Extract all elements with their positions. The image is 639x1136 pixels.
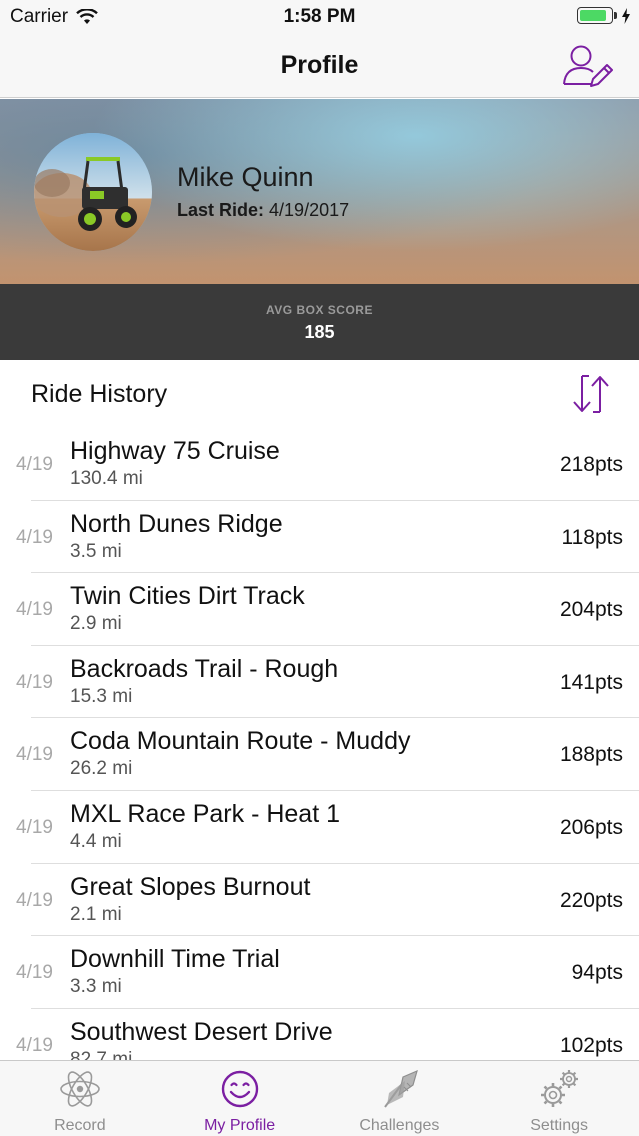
- tab-label: Settings: [530, 1117, 589, 1134]
- ride-points: 220pts: [559, 888, 623, 912]
- tab-label: Challenges: [359, 1117, 440, 1134]
- ride-row[interactable]: 4/19 Great Slopes Burnout 2.1 mi 220pts: [0, 864, 639, 937]
- ride-points: 94pts: [571, 961, 623, 985]
- ride-date: 4/19: [16, 1034, 53, 1056]
- status-time: 1:58 PM: [283, 6, 356, 27]
- flag-icon: [384, 1069, 419, 1108]
- ride-points: 204pts: [559, 598, 623, 622]
- tab-challenges[interactable]: Challenges: [320, 1061, 480, 1136]
- ride-distance: 26.2 mi: [70, 758, 133, 780]
- ride-name: Coda Mountain Route - Muddy: [70, 727, 411, 756]
- atom-icon: [60, 1071, 100, 1107]
- sort-swap-icon: [573, 375, 609, 413]
- navigation-bar: Profile: [0, 34, 639, 98]
- ride-date: 4/19: [16, 889, 53, 911]
- ride-points: 141pts: [559, 670, 623, 694]
- ride-name: Backroads Trail - Rough: [70, 654, 339, 683]
- ride-points: 102pts: [559, 1033, 623, 1057]
- ride-row[interactable]: 4/19 Coda Mountain Route - Muddy 26.2 mi…: [0, 718, 639, 791]
- ride-name: Great Slopes Burnout: [70, 872, 311, 901]
- ride-name: North Dunes Ridge: [70, 509, 283, 538]
- ride-distance: 2.1 mi: [70, 903, 122, 925]
- ride-history-header: Ride History: [0, 360, 639, 428]
- ride-row[interactable]: 4/19 Highway 75 Cruise 130.4 mi 218pts: [0, 428, 639, 501]
- last-ride: Last Ride: 4/19/2017: [177, 200, 349, 221]
- ride-points: 218pts: [559, 453, 623, 476]
- ride-date: 4/19: [16, 816, 53, 838]
- avatar[interactable]: [34, 133, 152, 251]
- ride-distance: 15.3 mi: [70, 685, 133, 707]
- ride-row[interactable]: 4/19 North Dunes Ridge 3.5 mi 118pts: [0, 501, 639, 574]
- ride-distance: 130.4 mi: [70, 468, 143, 489]
- tab-label: My Profile: [204, 1117, 276, 1134]
- ride-name: Highway 75 Cruise: [70, 437, 280, 465]
- profile-name: Mike Quinn: [177, 162, 314, 192]
- last-ride-label: Last Ride:: [177, 200, 265, 220]
- ride-name: Twin Cities Dirt Track: [70, 582, 305, 611]
- profile-banner: Mike Quinn Last Ride: 4/19/2017: [0, 99, 639, 284]
- status-right: [577, 7, 631, 24]
- battery-icon: [577, 7, 613, 24]
- avatar-image: [34, 133, 152, 251]
- sort-button[interactable]: [569, 372, 613, 416]
- ride-row[interactable]: 4/19 Downhill Time Trial 3.3 mi 94pts: [0, 936, 639, 1009]
- avg-score-strip: AVG BOX SCORE 185: [0, 284, 639, 360]
- ride-distance: 3.5 mi: [70, 540, 122, 562]
- ride-name: MXL Race Park - Heat 1: [70, 799, 341, 828]
- ride-date: 4/19: [16, 671, 53, 693]
- ride-distance: 2.9 mi: [70, 613, 122, 635]
- ride-row[interactable]: 4/19 MXL Race Park - Heat 1 4.4 mi 206pt…: [0, 791, 639, 864]
- ride-date: 4/19: [16, 526, 53, 548]
- ride-date: 4/19: [16, 599, 53, 621]
- user-edit-icon: [563, 45, 613, 87]
- ride-history-title: Ride History: [31, 380, 168, 408]
- ride-name: Southwest Desert Drive: [70, 1017, 333, 1046]
- tab-label: Record: [54, 1117, 106, 1134]
- ride-row[interactable]: 4/19 Backroads Trail - Rough 15.3 mi 141…: [0, 646, 639, 719]
- tab-bar: Record My Profile Challenges Settings: [0, 1060, 639, 1136]
- ride-distance: 4.4 mi: [70, 830, 122, 852]
- charging-icon: [622, 7, 630, 24]
- tab-settings[interactable]: Settings: [479, 1061, 639, 1136]
- page-title: Profile: [280, 51, 359, 79]
- ride-list: 4/19 Highway 75 Cruise 130.4 mi 218pts 4…: [0, 428, 639, 1081]
- tab-my-profile[interactable]: My Profile: [160, 1061, 320, 1136]
- ride-date: 4/19: [16, 454, 53, 475]
- score-label: AVG BOX SCORE: [266, 303, 373, 317]
- ride-points: 118pts: [561, 525, 624, 549]
- last-ride-date: 4/19/2017: [269, 200, 350, 220]
- ride-date: 4/19: [16, 744, 53, 766]
- ride-distance: 3.3 mi: [70, 976, 122, 998]
- score-value: 185: [304, 322, 335, 342]
- smiley-icon: [221, 1070, 258, 1108]
- ride-date: 4/19: [16, 962, 53, 984]
- tab-record[interactable]: Record: [0, 1061, 160, 1136]
- status-bar: Carrier 1:58 PM: [0, 0, 639, 34]
- ride-points: 206pts: [559, 815, 623, 839]
- ride-name: Downhill Time Trial: [70, 945, 280, 974]
- ride-row[interactable]: 4/19 Twin Cities Dirt Track 2.9 mi 204pt…: [0, 573, 639, 646]
- gears-icon: [541, 1070, 579, 1107]
- ride-points: 188pts: [559, 743, 623, 767]
- edit-profile-button[interactable]: [561, 42, 613, 90]
